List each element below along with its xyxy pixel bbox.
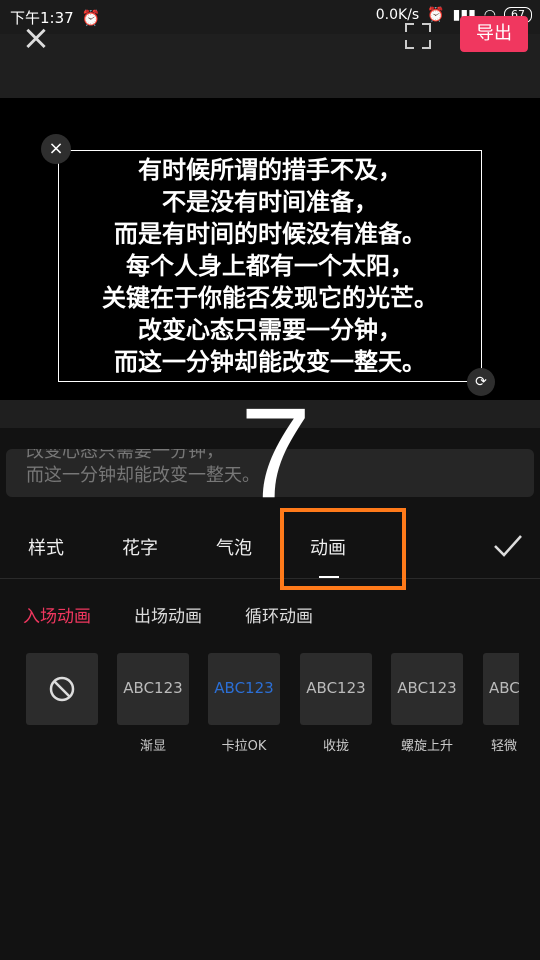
overlay-line: 而是有时间的时候没有准备。	[114, 220, 426, 248]
tab-fancy-text[interactable]: 花字	[122, 534, 158, 560]
highlight-box	[280, 508, 406, 590]
alarm-icon-2: ⏰	[427, 7, 445, 23]
overlay-line: 每个人身上都有一个太阳，	[126, 252, 414, 280]
tab-bubble[interactable]: 气泡	[216, 534, 252, 560]
animation-karaoke[interactable]: ABC123 卡拉OK	[208, 653, 280, 754]
animation-none[interactable]	[26, 653, 98, 725]
animation-subtabs: 入场动画 出场动画 循环动画	[0, 598, 540, 628]
tab-bar: 样式 花字 气泡 动画	[0, 510, 540, 579]
thumb-preview-text: ABC123	[306, 679, 366, 697]
animation-fade-in[interactable]: ABC123 渐显	[117, 653, 189, 754]
step-number: 7	[240, 382, 312, 525]
thumb-preview-text: ABC123	[397, 679, 457, 697]
animation-spiral-up[interactable]: ABC123 螺旋上升	[391, 653, 463, 754]
confirm-check-icon[interactable]	[492, 532, 524, 560]
animation-list: ABC123 渐显 ABC123 卡拉OK ABC123 收拢 ABC123 螺…	[0, 653, 540, 763]
subtab-loop[interactable]: 循环动画	[245, 602, 313, 627]
thumb-label: 螺旋上升	[400, 739, 453, 754]
thumb-preview-text: ABC123	[123, 679, 183, 697]
thumb-preview-text: ABC123	[214, 679, 274, 697]
thumb-label: 卡拉OK	[221, 739, 267, 754]
top-bar: × 导出	[0, 16, 540, 98]
net-speed: 0.0K/s	[375, 7, 420, 23]
thumb-label: 收拢	[322, 739, 349, 754]
subtab-entrance[interactable]: 入场动画	[23, 602, 91, 627]
overlay-line: 有时候所谓的措手不及，	[138, 156, 402, 184]
tab-style[interactable]: 样式	[28, 534, 64, 560]
overlay-line: 改变心态只需要一分钟，	[138, 316, 402, 344]
thumb-preview-text: ABC	[489, 679, 520, 697]
overlay-line: 关键在于你能否发现它的光芒。	[102, 284, 438, 312]
overlay-text: 有时候所谓的措手不及， 不是没有时间准备， 而是有时间的时候没有准备。 每个人身…	[0, 154, 540, 378]
video-preview: 有时候所谓的措手不及， 不是没有时间准备， 而是有时间的时候没有准备。 每个人身…	[0, 98, 540, 400]
thumb-label: 渐显	[139, 739, 166, 754]
animation-slight[interactable]: ABC 轻微	[483, 653, 520, 754]
alarm-icon: ⏰	[81, 8, 101, 27]
overlay-line: 而这一分钟却能改变一整天。	[114, 348, 426, 376]
overlay-line: 不是没有时间准备，	[162, 188, 378, 216]
delete-text-button[interactable]: ×	[41, 134, 71, 164]
close-icon[interactable]: ×	[18, 20, 54, 56]
rotate-scale-icon[interactable]: ⟳	[467, 368, 495, 396]
fullscreen-icon[interactable]	[404, 22, 432, 50]
export-button[interactable]: 导出	[460, 16, 528, 52]
animation-gather[interactable]: ABC123 收拢	[300, 653, 372, 754]
subtab-exit[interactable]: 出场动画	[134, 602, 202, 627]
status-bar: 下午1:37 ⏰ 0.0K/s ⏰ ▮▮▮ ◠ 67	[0, 0, 540, 34]
thumb-label: 轻微	[491, 739, 518, 754]
no-animation-icon	[49, 676, 75, 702]
